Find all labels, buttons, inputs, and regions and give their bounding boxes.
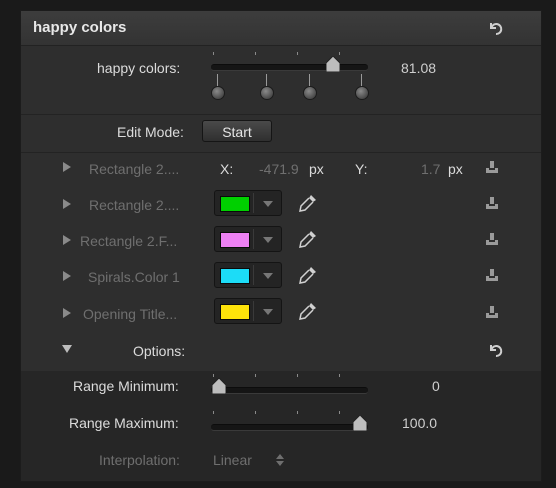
eyedropper-icon[interactable]	[297, 300, 319, 322]
slider-thumb[interactable]	[353, 415, 367, 431]
x-value[interactable]: -471.9	[259, 161, 299, 177]
range-min-value[interactable]: 0	[432, 378, 440, 394]
color-well[interactable]	[214, 262, 282, 288]
happy-colors-slider[interactable]	[201, 49, 371, 119]
range-min-slider[interactable]	[201, 371, 371, 401]
slider-label: happy colors:	[97, 60, 181, 76]
row-name: Opening Title...	[83, 306, 178, 322]
dropdown-arrow-icon[interactable]	[263, 273, 273, 279]
color-well[interactable]	[214, 298, 282, 324]
panel-header: happy colors	[21, 11, 541, 46]
color-swatch[interactable]	[220, 232, 250, 248]
disclosure-triangle[interactable]	[63, 199, 71, 209]
disclosure-triangle-open[interactable]	[62, 345, 72, 353]
options-label: Options:	[133, 343, 186, 359]
interpolation-label: Interpolation:	[99, 452, 180, 468]
eyedropper-icon[interactable]	[297, 192, 319, 214]
rig-icon[interactable]	[483, 267, 501, 285]
x-label: X:	[220, 161, 234, 177]
rig-icon[interactable]	[483, 231, 501, 249]
interpolation-popup[interactable]: Linear	[213, 449, 293, 471]
range-max-slider[interactable]	[201, 408, 371, 438]
slider-value[interactable]: 81.08	[401, 60, 436, 76]
start-button[interactable]: Start	[202, 120, 272, 142]
dropdown-arrow-icon[interactable]	[263, 309, 273, 315]
y-value[interactable]: 1.7	[421, 161, 440, 177]
slider-thumb[interactable]	[212, 378, 226, 394]
range-max-value[interactable]: 100.0	[402, 415, 437, 431]
row-name: Spirals.Color 1	[88, 269, 180, 285]
y-label: Y:	[355, 161, 368, 177]
parameter-panel: happy colors happy colors: 81.08 Edit Mo…	[20, 10, 542, 482]
eyedropper-icon[interactable]	[297, 264, 319, 286]
range-max-label: Range Maximum:	[69, 415, 179, 431]
rig-icon[interactable]	[483, 195, 501, 213]
reset-icon[interactable]	[487, 342, 503, 358]
panel-title: happy colors	[33, 19, 127, 36]
eyedropper-icon[interactable]	[297, 228, 319, 250]
gradient-knob[interactable]	[355, 86, 369, 100]
row-name: Rectangle 2....	[89, 161, 180, 177]
color-swatch[interactable]	[220, 196, 250, 212]
disclosure-triangle[interactable]	[63, 235, 71, 245]
color-well[interactable]	[214, 190, 282, 216]
options-section: Range Minimum: 0 Range Maximum: 100.0 In…	[21, 371, 541, 481]
color-swatch[interactable]	[220, 268, 250, 284]
row-name: Rectangle 2.F...	[80, 233, 178, 249]
row-name: Rectangle 2....	[89, 197, 180, 213]
gradient-knob[interactable]	[260, 86, 274, 100]
rig-icon[interactable]	[483, 304, 501, 322]
gradient-knob[interactable]	[211, 86, 225, 100]
disclosure-triangle[interactable]	[63, 271, 71, 281]
color-swatch[interactable]	[220, 304, 250, 320]
interpolation-value: Linear	[213, 452, 252, 468]
reset-icon[interactable]	[487, 20, 503, 36]
y-unit: px	[448, 161, 463, 177]
dropdown-arrow-icon[interactable]	[263, 201, 273, 207]
edit-mode-label: Edit Mode:	[117, 124, 184, 140]
x-unit: px	[309, 161, 324, 177]
color-well[interactable]	[214, 226, 282, 252]
rig-icon[interactable]	[483, 159, 501, 177]
up-down-arrows-icon	[276, 454, 284, 466]
disclosure-triangle[interactable]	[63, 308, 71, 318]
gradient-knob[interactable]	[303, 86, 317, 100]
dropdown-arrow-icon[interactable]	[263, 237, 273, 243]
disclosure-triangle[interactable]	[63, 162, 71, 172]
range-min-label: Range Minimum:	[73, 378, 179, 394]
slider-thumb[interactable]	[326, 56, 340, 72]
